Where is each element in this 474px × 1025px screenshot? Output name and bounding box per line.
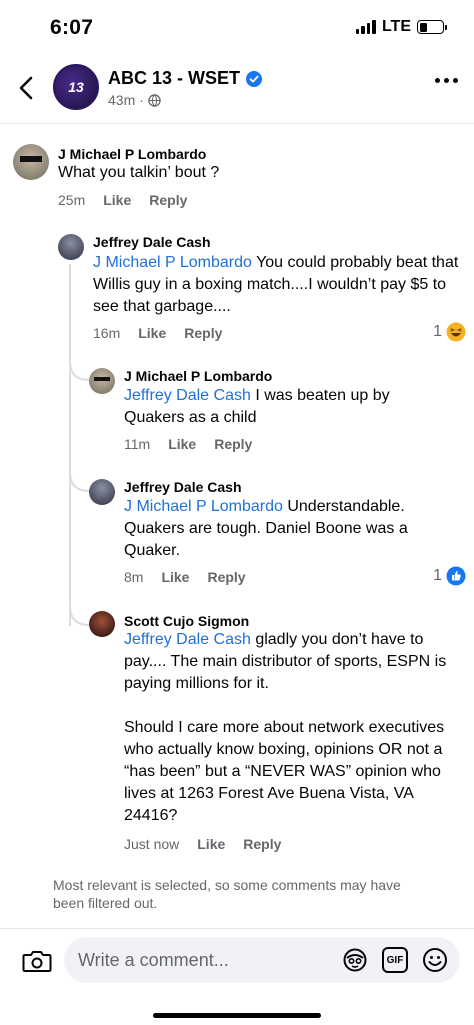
- comment-author[interactable]: Scott Cujo Sigmon: [124, 613, 249, 629]
- reaction-summary[interactable]: 1: [433, 566, 466, 586]
- reaction-count: 1: [433, 567, 442, 584]
- comment-time: Just now: [124, 836, 180, 852]
- comment-time: 11m: [124, 436, 151, 452]
- back-button[interactable]: [12, 72, 40, 104]
- comment-actions: 16m Like Reply: [93, 325, 222, 341]
- comment-text: J Michael P Lombardo Understandable. Qua…: [124, 496, 444, 562]
- camera-icon: [22, 951, 52, 972]
- globe-icon: [148, 93, 161, 107]
- home-indicator: [153, 1013, 321, 1018]
- avatar[interactable]: [89, 611, 115, 637]
- comment-actions: 8m Like Reply: [124, 569, 246, 585]
- comment-text: Jeffrey Dale Cash gladly you don’t have …: [124, 629, 454, 695]
- avatar[interactable]: [58, 234, 84, 260]
- page-logo: 13: [68, 79, 84, 95]
- mention-link[interactable]: Jeffrey Dale Cash: [124, 387, 251, 404]
- comment-text-paragraph: Should I care more about network executi…: [124, 719, 445, 824]
- comment-text: J Michael P Lombardo You could probably …: [93, 252, 463, 318]
- battery-icon: [417, 20, 447, 34]
- reaction-count: 1: [433, 323, 442, 340]
- mention-link[interactable]: J Michael P Lombardo: [93, 254, 252, 271]
- post-time: 43m: [108, 92, 136, 108]
- haha-emoji-icon: [446, 322, 466, 342]
- avatar[interactable]: [89, 479, 115, 505]
- page-avatar[interactable]: 13: [53, 64, 99, 110]
- page-name[interactable]: ABC 13 - WSET: [108, 68, 240, 89]
- comment-actions: Just now Like Reply: [124, 836, 281, 852]
- like-button[interactable]: Like: [168, 436, 196, 452]
- filter-notice: Most relevant is selected, so some comme…: [53, 877, 401, 911]
- reply-button[interactable]: Reply: [243, 836, 281, 852]
- reaction-summary[interactable]: 1: [433, 322, 466, 342]
- comment-actions: 25m Like Reply: [58, 192, 187, 208]
- post-header: 13 ABC 13 - WSET 43m ·: [0, 54, 474, 124]
- comment-time: 8m: [124, 569, 144, 585]
- gif-button[interactable]: GIF: [382, 947, 408, 973]
- comment-placeholder: Write a comment...: [78, 950, 229, 970]
- avatar[interactable]: [89, 368, 115, 394]
- like-button[interactable]: Like: [161, 569, 189, 585]
- meta-separator: ·: [139, 92, 144, 108]
- comment: J Michael P Lombardo Jeffrey Dale Cash I…: [0, 360, 474, 460]
- comment-author[interactable]: Jeffrey Dale Cash: [93, 234, 211, 250]
- gif-label: GIF: [386, 954, 404, 966]
- comment-text: Jeffrey Dale Cash I was beaten up by Qua…: [124, 385, 434, 429]
- chevron-left-icon: [19, 76, 33, 100]
- verified-badge-icon: [246, 70, 263, 87]
- comment-time: 25m: [58, 192, 86, 208]
- comment: Scott Cujo Sigmon Jeffrey Dale Cash glad…: [0, 605, 474, 860]
- reply-button[interactable]: Reply: [184, 325, 222, 341]
- like-button[interactable]: Like: [197, 836, 225, 852]
- more-options-button[interactable]: [435, 78, 458, 83]
- status-indicators: LTE: [355, 18, 447, 36]
- comment-input[interactable]: Write a comment... GIF: [64, 937, 460, 983]
- comment-actions: 11m Like Reply: [124, 436, 252, 452]
- like-thumb-icon: [446, 566, 466, 586]
- post-meta: 43m ·: [108, 92, 161, 108]
- comment-composer: Write a comment... GIF: [0, 928, 474, 1025]
- comment-author[interactable]: J Michael P Lombardo: [124, 368, 272, 384]
- emoji-icon[interactable]: [422, 947, 448, 973]
- signal-icon: [355, 20, 376, 34]
- status-bar: 6:07 LTE: [0, 0, 474, 54]
- reply-button[interactable]: Reply: [214, 436, 252, 452]
- reply-button[interactable]: Reply: [207, 569, 245, 585]
- comment-author[interactable]: J Michael P Lombardo: [58, 146, 206, 162]
- page-name-row: ABC 13 - WSET: [108, 68, 263, 89]
- comment: Jeffrey Dale Cash J Michael P Lombardo Y…: [0, 226, 474, 351]
- status-time: 6:07: [50, 16, 94, 39]
- avatar[interactable]: [13, 144, 49, 180]
- network-label: LTE: [381, 18, 411, 35]
- like-button[interactable]: Like: [103, 192, 131, 208]
- comment-author[interactable]: Jeffrey Dale Cash: [124, 479, 242, 495]
- comment-time: 16m: [93, 325, 121, 341]
- like-button[interactable]: Like: [138, 325, 166, 341]
- comment: J Michael P Lombardo What you talkin’ bo…: [0, 140, 474, 220]
- avatar-sticker-icon[interactable]: [342, 947, 368, 973]
- reply-button[interactable]: Reply: [149, 192, 187, 208]
- comment-text: What you talkin’ bout ?: [58, 164, 220, 181]
- camera-button[interactable]: [22, 949, 52, 973]
- comment: Jeffrey Dale Cash J Michael P Lombardo U…: [0, 471, 474, 596]
- mention-link[interactable]: J Michael P Lombardo: [124, 498, 283, 515]
- mention-link[interactable]: Jeffrey Dale Cash: [124, 631, 251, 648]
